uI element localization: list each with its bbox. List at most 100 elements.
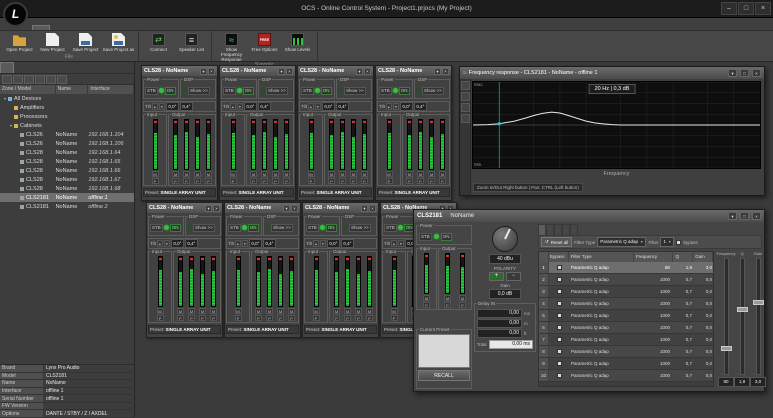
- tree-row[interactable]: CLS28 NoName 192.168.1.67: [0, 175, 134, 184]
- zoom-mode-icon[interactable]: [461, 81, 470, 90]
- remove-device-icon[interactable]: [35, 75, 45, 84]
- on-button[interactable]: ON: [399, 87, 410, 95]
- device-panel-titlebar[interactable]: CLS28 - NoName ▾ ×: [298, 66, 373, 76]
- tilt-down-icon[interactable]: ▾: [237, 103, 243, 110]
- polarity-button[interactable]: P: [277, 315, 284, 321]
- standby-button[interactable]: STB: [228, 224, 241, 232]
- delay-value[interactable]: 0,00: [477, 319, 522, 328]
- standby-button[interactable]: STB: [384, 224, 397, 232]
- tilt-down-icon[interactable]: ▾: [398, 240, 404, 247]
- device-panel-titlebar[interactable]: CLS28 - NoName ▾ ×: [147, 203, 222, 213]
- polarity-button[interactable]: P: [417, 178, 424, 184]
- tilt-down-icon[interactable]: ▾: [164, 240, 170, 247]
- polarity-button[interactable]: P: [355, 315, 362, 321]
- bypass-checkbox[interactable]: [557, 313, 562, 318]
- panel-close-icon[interactable]: ×: [364, 68, 371, 75]
- mute-button[interactable]: M: [157, 308, 164, 314]
- polarity-button[interactable]: P: [205, 178, 212, 184]
- show-dsp-button[interactable]: Show >>: [344, 87, 366, 95]
- polarity-button[interactable]: P: [183, 178, 190, 184]
- show-dsp-button[interactable]: Show >>: [266, 87, 288, 95]
- polarity-button[interactable]: P: [339, 178, 346, 184]
- move-down-icon[interactable]: [57, 75, 67, 84]
- connect-button[interactable]: Connect: [142, 32, 175, 54]
- mute-button[interactable]: M: [194, 171, 201, 177]
- device-panel-titlebar[interactable]: CLS28 - NoName ▾ ×: [142, 66, 217, 76]
- polarity-plus-button[interactable]: +: [489, 272, 504, 281]
- bypass-checkbox[interactable]: [557, 289, 562, 294]
- tilt-down-icon[interactable]: ▾: [393, 103, 399, 110]
- polarity-button[interactable]: P: [250, 178, 257, 184]
- mute-button[interactable]: M: [199, 308, 206, 314]
- on-button[interactable]: ON: [170, 224, 181, 232]
- detail-tab[interactable]: [562, 224, 570, 235]
- device-panel-titlebar[interactable]: CLS28 - NoName ▾ ×: [376, 66, 451, 76]
- sidebar-tab[interactable]: [0, 62, 14, 73]
- tree-row[interactable]: CLS28 NoName 192.168.1.66: [0, 166, 134, 175]
- polarity-button[interactable]: P: [344, 315, 351, 321]
- freq-maximize-icon[interactable]: □: [740, 69, 749, 77]
- tilt-up-icon[interactable]: ▴: [152, 103, 158, 110]
- tree-row[interactable]: CLS26 NoName 192.168.1.104: [0, 130, 134, 139]
- polarity-button[interactable]: P: [444, 302, 451, 308]
- detail-tab[interactable]: [538, 224, 546, 235]
- slider-value[interactable]: 3,0: [750, 377, 766, 387]
- mute-button[interactable]: M: [444, 295, 451, 301]
- polarity-button[interactable]: P: [157, 315, 164, 321]
- mute-button[interactable]: M: [344, 308, 351, 314]
- polarity-button[interactable]: P: [308, 178, 315, 184]
- mute-button[interactable]: M: [255, 308, 262, 314]
- slider-value[interactable]: 1,9: [734, 377, 750, 387]
- tilt-down-icon[interactable]: ▾: [159, 103, 165, 110]
- on-button[interactable]: ON: [441, 233, 452, 241]
- param-slider[interactable]: [724, 258, 729, 375]
- filter-type-select[interactable]: Parametric Q adap ▼: [597, 237, 646, 247]
- detail-tab[interactable]: [570, 224, 578, 235]
- mute-button[interactable]: M: [350, 171, 357, 177]
- speaker-list-button[interactable]: Speaker List: [175, 32, 208, 54]
- mute-button[interactable]: M: [172, 171, 179, 177]
- tilt-down-icon[interactable]: ▾: [242, 240, 248, 247]
- mute-button[interactable]: M: [439, 171, 446, 177]
- mute-button[interactable]: M: [235, 308, 242, 314]
- polarity-button[interactable]: P: [288, 315, 295, 321]
- tree-row[interactable]: Amplifiers: [0, 103, 134, 112]
- device-panel-titlebar[interactable]: CLS28 - NoName ▾ ×: [303, 203, 378, 213]
- peq-table-row[interactable]: 7 Parametric Q adap 1000 0,7 0,0: [539, 334, 713, 346]
- polarity-button[interactable]: P: [199, 315, 206, 321]
- panel-close-icon[interactable]: ×: [442, 68, 449, 75]
- tree-row[interactable]: CLS28 NoName 192.168.1.64: [0, 148, 134, 157]
- mute-button[interactable]: M: [188, 308, 195, 314]
- freq-plot[interactable]: [472, 81, 761, 169]
- show-dsp-button[interactable]: Show >>: [422, 87, 444, 95]
- slider-thumb[interactable]: [753, 300, 764, 305]
- show-dsp-button[interactable]: Show >>: [349, 224, 371, 232]
- ribbon-tab[interactable]: [70, 24, 88, 30]
- peq-table-row[interactable]: 5 Parametric Q adap 1000 0,7 0,0: [539, 310, 713, 322]
- panel-collapse-icon[interactable]: ▾: [283, 205, 290, 212]
- panel-collapse-icon[interactable]: ▾: [200, 68, 207, 75]
- panel-close-icon[interactable]: ×: [208, 68, 215, 75]
- detail-maximize-icon[interactable]: □: [740, 212, 749, 220]
- mute-button[interactable]: M: [230, 171, 237, 177]
- polarity-button[interactable]: P: [255, 315, 262, 321]
- reset-all-button[interactable]: ↺ Reset all: [541, 237, 572, 247]
- show-dsp-button[interactable]: Show >>: [188, 87, 210, 95]
- mute-button[interactable]: M: [328, 171, 335, 177]
- on-button[interactable]: ON: [165, 87, 176, 95]
- ribbon-tab[interactable]: [51, 24, 69, 30]
- delay-value[interactable]: 0,00: [477, 329, 522, 338]
- tilt-down-icon[interactable]: ▾: [320, 240, 326, 247]
- expand-all-icon[interactable]: [2, 75, 12, 84]
- capture-icon[interactable]: [461, 114, 470, 123]
- polarity-button[interactable]: P: [423, 302, 430, 308]
- detail-tab[interactable]: [546, 224, 554, 235]
- filter-select[interactable]: 1 ▼: [660, 237, 674, 247]
- standby-button[interactable]: STB: [150, 224, 163, 232]
- polarity-button[interactable]: P: [333, 315, 340, 321]
- tilt-up-icon[interactable]: ▴: [386, 103, 392, 110]
- panel-collapse-icon[interactable]: ▾: [361, 205, 368, 212]
- peq-table-row[interactable]: 1 Parametric Q adap 80 1,9 3,0: [539, 262, 713, 274]
- bypass-checkbox[interactable]: [557, 361, 562, 366]
- mute-button[interactable]: M: [272, 171, 279, 177]
